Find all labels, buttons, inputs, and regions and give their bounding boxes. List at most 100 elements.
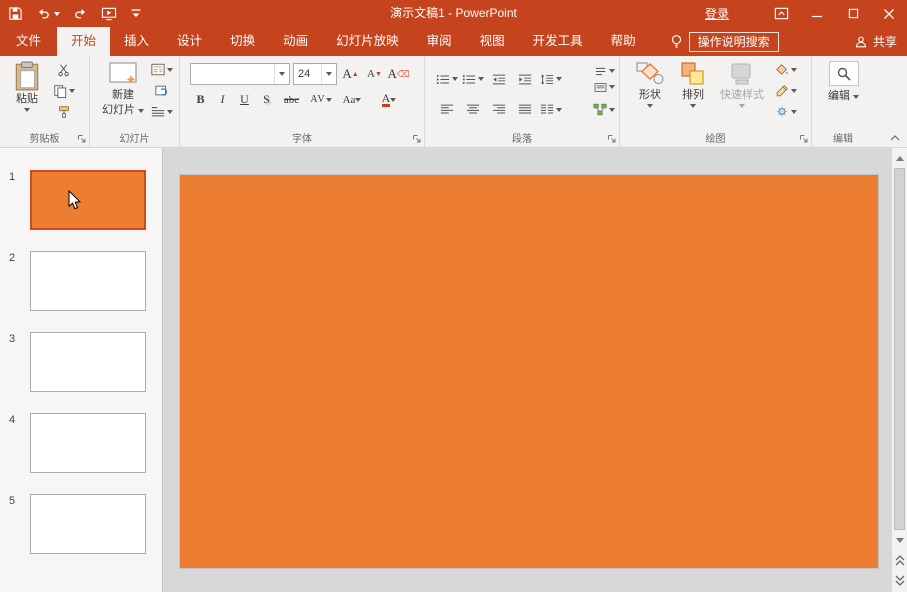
clipboard-dialog-launcher[interactable] xyxy=(77,134,87,144)
section-button[interactable] xyxy=(150,101,174,122)
slide-thumbnail-2[interactable]: 2 xyxy=(0,251,162,315)
customize-qat-button[interactable] xyxy=(130,7,142,20)
increase-indent-button[interactable] xyxy=(513,69,537,90)
undo-button[interactable] xyxy=(36,6,60,21)
format-painter-button[interactable] xyxy=(52,101,76,122)
tab-file[interactable]: 文件 xyxy=(0,27,57,56)
save-button[interactable] xyxy=(8,6,23,21)
paragraph-dialog-launcher[interactable] xyxy=(607,134,617,144)
underline-button[interactable]: U xyxy=(234,89,255,110)
shapes-button[interactable]: 形状 xyxy=(630,59,670,131)
align-text-button[interactable] xyxy=(592,79,616,95)
slide-4-thumbnail[interactable] xyxy=(30,413,146,473)
previous-slide-icon[interactable] xyxy=(892,552,907,568)
scroll-down-icon[interactable] xyxy=(892,532,907,548)
tab-transitions[interactable]: 切换 xyxy=(216,27,269,56)
tab-insert[interactable]: 插入 xyxy=(110,27,163,56)
slide-2-thumbnail[interactable] xyxy=(30,251,146,311)
align-right-button[interactable] xyxy=(487,99,511,120)
paste-button[interactable]: 粘贴 xyxy=(8,59,46,131)
reset-button[interactable] xyxy=(150,80,174,101)
tell-me-input[interactable]: 操作说明搜索 xyxy=(689,32,779,52)
italic-button[interactable]: I xyxy=(212,89,233,110)
slide-thumbnail-4[interactable]: 4 xyxy=(0,413,162,477)
line-spacing-button[interactable] xyxy=(539,69,563,90)
layout-dropdown-icon xyxy=(167,68,173,72)
shape-outline-icon xyxy=(775,84,789,97)
tab-review[interactable]: 审阅 xyxy=(413,27,466,56)
font-dialog-launcher[interactable] xyxy=(412,134,422,144)
close-icon xyxy=(883,8,895,20)
strikethrough-button[interactable]: abc xyxy=(278,89,305,110)
drawing-dialog-launcher[interactable] xyxy=(799,134,809,144)
tab-view[interactable]: 视图 xyxy=(466,27,519,56)
tell-me-search[interactable]: 操作说明搜索 xyxy=(670,27,779,56)
paragraph-group-label: 段落 xyxy=(425,130,619,145)
vertical-scrollbar[interactable] xyxy=(891,148,907,592)
close-button[interactable] xyxy=(871,0,907,27)
copy-button[interactable] xyxy=(52,80,76,101)
clear-formatting-button[interactable]: A⌫ xyxy=(388,64,409,85)
tab-design[interactable]: 设计 xyxy=(163,27,216,56)
cut-icon xyxy=(57,63,71,77)
font-size-dropdown-icon[interactable] xyxy=(321,64,336,84)
scroll-up-icon[interactable] xyxy=(892,150,907,166)
text-shadow-button[interactable]: S xyxy=(256,89,277,110)
text-direction-button[interactable] xyxy=(592,63,616,79)
share-button[interactable]: 共享 xyxy=(854,27,897,56)
numbering-button[interactable] xyxy=(461,69,485,90)
start-slideshow-button[interactable] xyxy=(101,6,117,21)
grow-font-button[interactable]: A▲ xyxy=(340,64,361,85)
font-name-dropdown-icon[interactable] xyxy=(274,64,289,84)
justify-button[interactable] xyxy=(513,99,537,120)
decrease-indent-button[interactable] xyxy=(487,69,511,90)
change-case-button[interactable]: Aa xyxy=(337,89,367,110)
shape-outline-button[interactable] xyxy=(774,80,798,101)
slide-5-thumbnail[interactable] xyxy=(30,494,146,554)
slides-group-label: 幻灯片 xyxy=(90,130,179,145)
slide-thumbnail-5[interactable]: 5 xyxy=(0,494,162,558)
new-slide-label-1: 新建 xyxy=(112,89,134,102)
tab-animations[interactable]: 动画 xyxy=(269,27,322,56)
shape-fill-button[interactable] xyxy=(774,59,798,80)
align-left-button[interactable] xyxy=(435,99,459,120)
editing-button[interactable]: 编辑 xyxy=(822,59,866,131)
maximize-button[interactable] xyxy=(835,0,871,27)
bullets-button[interactable] xyxy=(435,69,459,90)
next-slide-icon[interactable] xyxy=(892,572,907,588)
slide-1-thumbnail[interactable] xyxy=(30,170,146,230)
sign-in-link[interactable]: 登录 xyxy=(705,5,729,22)
new-slide-button[interactable]: 新建 幻灯片 xyxy=(100,59,146,131)
tab-slideshow[interactable]: 幻灯片放映 xyxy=(322,27,413,56)
font-size-combobox[interactable]: 24 xyxy=(293,63,337,85)
new-slide-dropdown-icon xyxy=(138,109,144,113)
quick-styles-button[interactable]: 快速样式 xyxy=(716,59,768,131)
convert-to-smartart-button[interactable] xyxy=(592,99,616,120)
copy-icon xyxy=(53,84,67,98)
tab-help[interactable]: 帮助 xyxy=(597,27,650,56)
redo-button[interactable] xyxy=(73,6,88,21)
character-spacing-button[interactable]: AV xyxy=(306,89,336,110)
tab-developer[interactable]: 开发工具 xyxy=(519,27,597,56)
minimize-button[interactable] xyxy=(799,0,835,27)
font-name-combobox[interactable] xyxy=(190,63,290,85)
font-color-button[interactable]: A xyxy=(374,89,404,110)
ribbon-display-icon xyxy=(774,6,789,21)
cut-button[interactable] xyxy=(52,59,76,80)
shape-effects-button[interactable] xyxy=(774,101,798,122)
tab-home[interactable]: 开始 xyxy=(57,27,110,56)
layout-button[interactable] xyxy=(150,59,174,80)
slide-number: 5 xyxy=(9,495,15,507)
ribbon-display-options-button[interactable] xyxy=(763,0,799,27)
shrink-font-button[interactable]: A▼ xyxy=(364,64,385,85)
collapse-ribbon-icon[interactable] xyxy=(889,133,901,143)
slide-3-thumbnail[interactable] xyxy=(30,332,146,392)
scrollbar-thumb[interactable] xyxy=(894,168,905,530)
align-center-button[interactable] xyxy=(461,99,485,120)
columns-button[interactable] xyxy=(539,99,563,120)
slide-thumbnail-1[interactable]: 1 xyxy=(0,170,162,234)
slide-thumbnail-3[interactable]: 3 xyxy=(0,332,162,396)
arrange-button[interactable]: 排列 xyxy=(674,59,712,131)
bold-button[interactable]: B xyxy=(190,89,211,110)
current-slide[interactable] xyxy=(180,175,878,568)
